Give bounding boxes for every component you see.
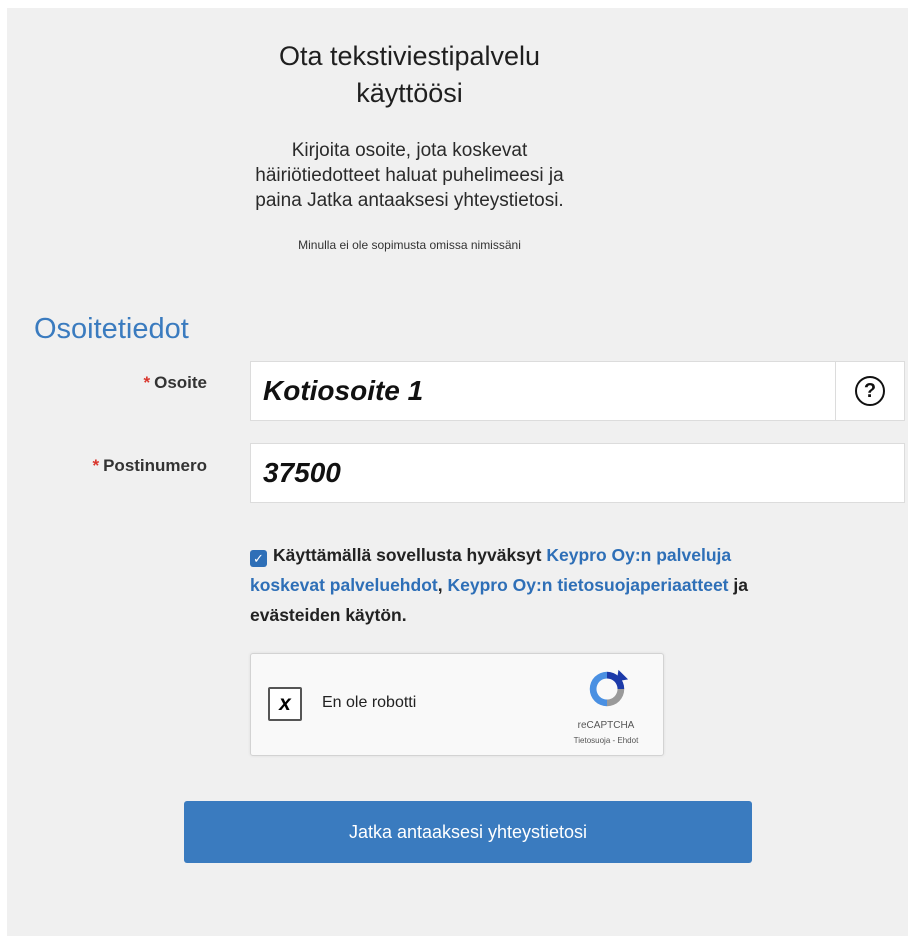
form-panel: Ota tekstiviestipalvelu käyttöösi Kirjoi… — [7, 8, 908, 936]
address-input[interactable]: Kotiosoite 1 — [250, 361, 836, 421]
intro-line1: Kirjoita osoite, jota koskevat — [291, 140, 528, 161]
no-contract-link[interactable]: Minulla ei ole sopimusta omissa nimissän… — [157, 238, 662, 252]
intro-line3: paina Jatka antaaksesi yhteystietosi. — [255, 190, 564, 211]
terms-consent: ✓ Käyttämällä sovellusta hyväksyt Keypro … — [250, 540, 790, 630]
intro-text: Kirjoita osoite, jota koskevat häiriötie… — [207, 138, 612, 213]
postal-label: * Postinumero — [7, 456, 207, 476]
recaptcha-checkbox[interactable]: x — [268, 687, 302, 721]
required-marker: * — [143, 373, 151, 392]
consent-prefix: Käyttämällä sovellusta hyväksyt — [273, 545, 542, 565]
recaptcha-terms-link[interactable]: Tietosuoja - Ehdot — [551, 736, 661, 745]
consent-separator: , — [437, 575, 443, 595]
privacy-policy-link[interactable]: Keypro Oy:n tietosuojaperiaatteet — [447, 575, 728, 595]
postal-code-input[interactable]: 37500 — [250, 443, 905, 503]
page-title: Ota tekstiviestipalvelu käyttöösi — [207, 38, 612, 112]
page-title-line2: käyttöösi — [356, 78, 463, 108]
postal-label-text: Postinumero — [103, 456, 207, 475]
continue-button[interactable]: Jatka antaaksesi yhteystietosi — [184, 801, 752, 863]
recaptcha-label: En ole robotti — [322, 694, 417, 711]
question-circle-icon: ? — [855, 376, 885, 406]
intro-line2: häiriötiedotteet haluat puhelimeesi ja — [255, 165, 564, 186]
section-title: Osoitetiedot — [34, 313, 189, 345]
address-label: * Osoite — [7, 373, 207, 393]
address-help-button[interactable]: ? — [835, 361, 905, 421]
required-marker: * — [92, 456, 100, 475]
terms-checkbox[interactable]: ✓ — [250, 550, 267, 567]
address-label-text: Osoite — [154, 373, 207, 392]
page-title-line1: Ota tekstiviestipalvelu — [278, 41, 541, 71]
recaptcha-logo-icon — [589, 669, 629, 707]
recaptcha-widget: x En ole robotti reCAPTCHA Tietosuoja - … — [250, 653, 664, 756]
recaptcha-brand: reCAPTCHA — [577, 720, 635, 731]
